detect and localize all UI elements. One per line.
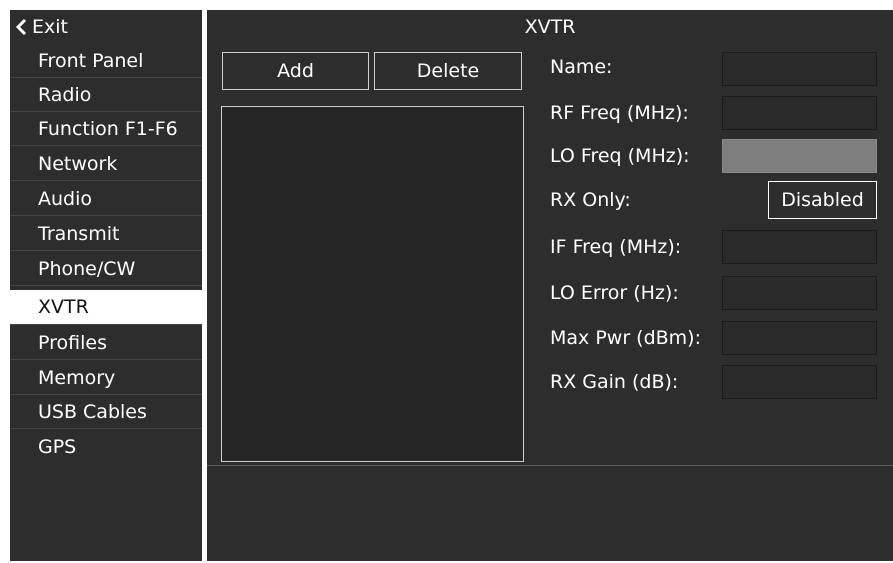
name-label: Name:: [550, 56, 613, 78]
rx-gain-field[interactable]: [722, 365, 877, 399]
panel-title: XVTR: [524, 16, 576, 38]
sidebar-item-memory[interactable]: Memory: [10, 361, 202, 395]
sidebar-item-transmit[interactable]: Transmit: [10, 217, 202, 251]
sidebar-item-audio[interactable]: Audio: [10, 182, 202, 216]
lo-error-label: LO Error (Hz):: [550, 282, 679, 304]
sidebar-item-front-panel[interactable]: Front Panel: [10, 44, 202, 78]
sidebar-item-label: Profiles: [38, 331, 107, 354]
if-freq-field[interactable]: [722, 230, 877, 264]
name-field[interactable]: [722, 52, 877, 86]
sidebar-item-label: Front Panel: [38, 49, 144, 72]
sidebar-item-label: Transmit: [38, 222, 120, 245]
sidebar-item-network[interactable]: Network: [10, 147, 202, 181]
sidebar-item-function[interactable]: Function F1-F6: [10, 112, 202, 146]
rx-only-toggle[interactable]: Disabled: [768, 181, 877, 219]
sidebar-item-radio[interactable]: Radio: [10, 78, 202, 112]
xvtr-list[interactable]: [221, 106, 524, 462]
sidebar-item-label: Phone/CW: [38, 257, 136, 280]
rf-freq-label: RF Freq (MHz):: [550, 102, 689, 124]
lo-freq-label: LO Freq (MHz):: [550, 145, 690, 167]
sidebar-item-label: XVTR: [38, 296, 89, 318]
sidebar-item-label: GPS: [38, 436, 77, 458]
add-button[interactable]: Add: [222, 52, 369, 90]
sidebar-item-label: Audio: [38, 187, 93, 210]
xvtr-settings-window: Exit Front Panel Radio Function F1-F6 Ne…: [0, 0, 893, 563]
lo-freq-field[interactable]: [722, 139, 877, 173]
footer-area: [207, 466, 893, 561]
sidebar-item-label: USB Cables: [38, 400, 147, 423]
sidebar-item-phone-cw[interactable]: Phone/CW: [10, 252, 202, 286]
if-freq-label: IF Freq (MHz):: [550, 236, 682, 258]
sidebar-item-label: Memory: [38, 366, 116, 389]
rx-only-label: RX Only:: [550, 189, 631, 211]
sidebar-item-label: Radio: [38, 83, 92, 106]
rx-gain-label: RX Gain (dB):: [550, 371, 679, 393]
exit-label: Exit: [32, 16, 68, 38]
delete-button[interactable]: Delete: [374, 52, 522, 90]
sidebar-item-gps[interactable]: GPS: [10, 430, 202, 464]
xvtr-panel: XVTR Add Delete Name: RF Freq (MHz): LO …: [207, 10, 893, 561]
sidebar: Exit Front Panel Radio Function F1-F6 Ne…: [10, 10, 202, 561]
sidebar-item-profiles[interactable]: Profiles: [10, 326, 202, 360]
rf-freq-field[interactable]: [722, 96, 877, 130]
exit-button[interactable]: Exit: [10, 10, 202, 44]
sidebar-item-label: Function F1-F6: [38, 117, 178, 140]
chevron-left-icon: [14, 17, 30, 37]
sidebar-item-label: Network: [38, 152, 118, 175]
lo-error-field[interactable]: [722, 276, 877, 310]
sidebar-item-usb-cables[interactable]: USB Cables: [10, 395, 202, 429]
max-pwr-label: Max Pwr (dBm):: [550, 327, 701, 349]
max-pwr-field[interactable]: [722, 321, 877, 355]
sidebar-item-xvtr[interactable]: XVTR: [10, 290, 202, 325]
